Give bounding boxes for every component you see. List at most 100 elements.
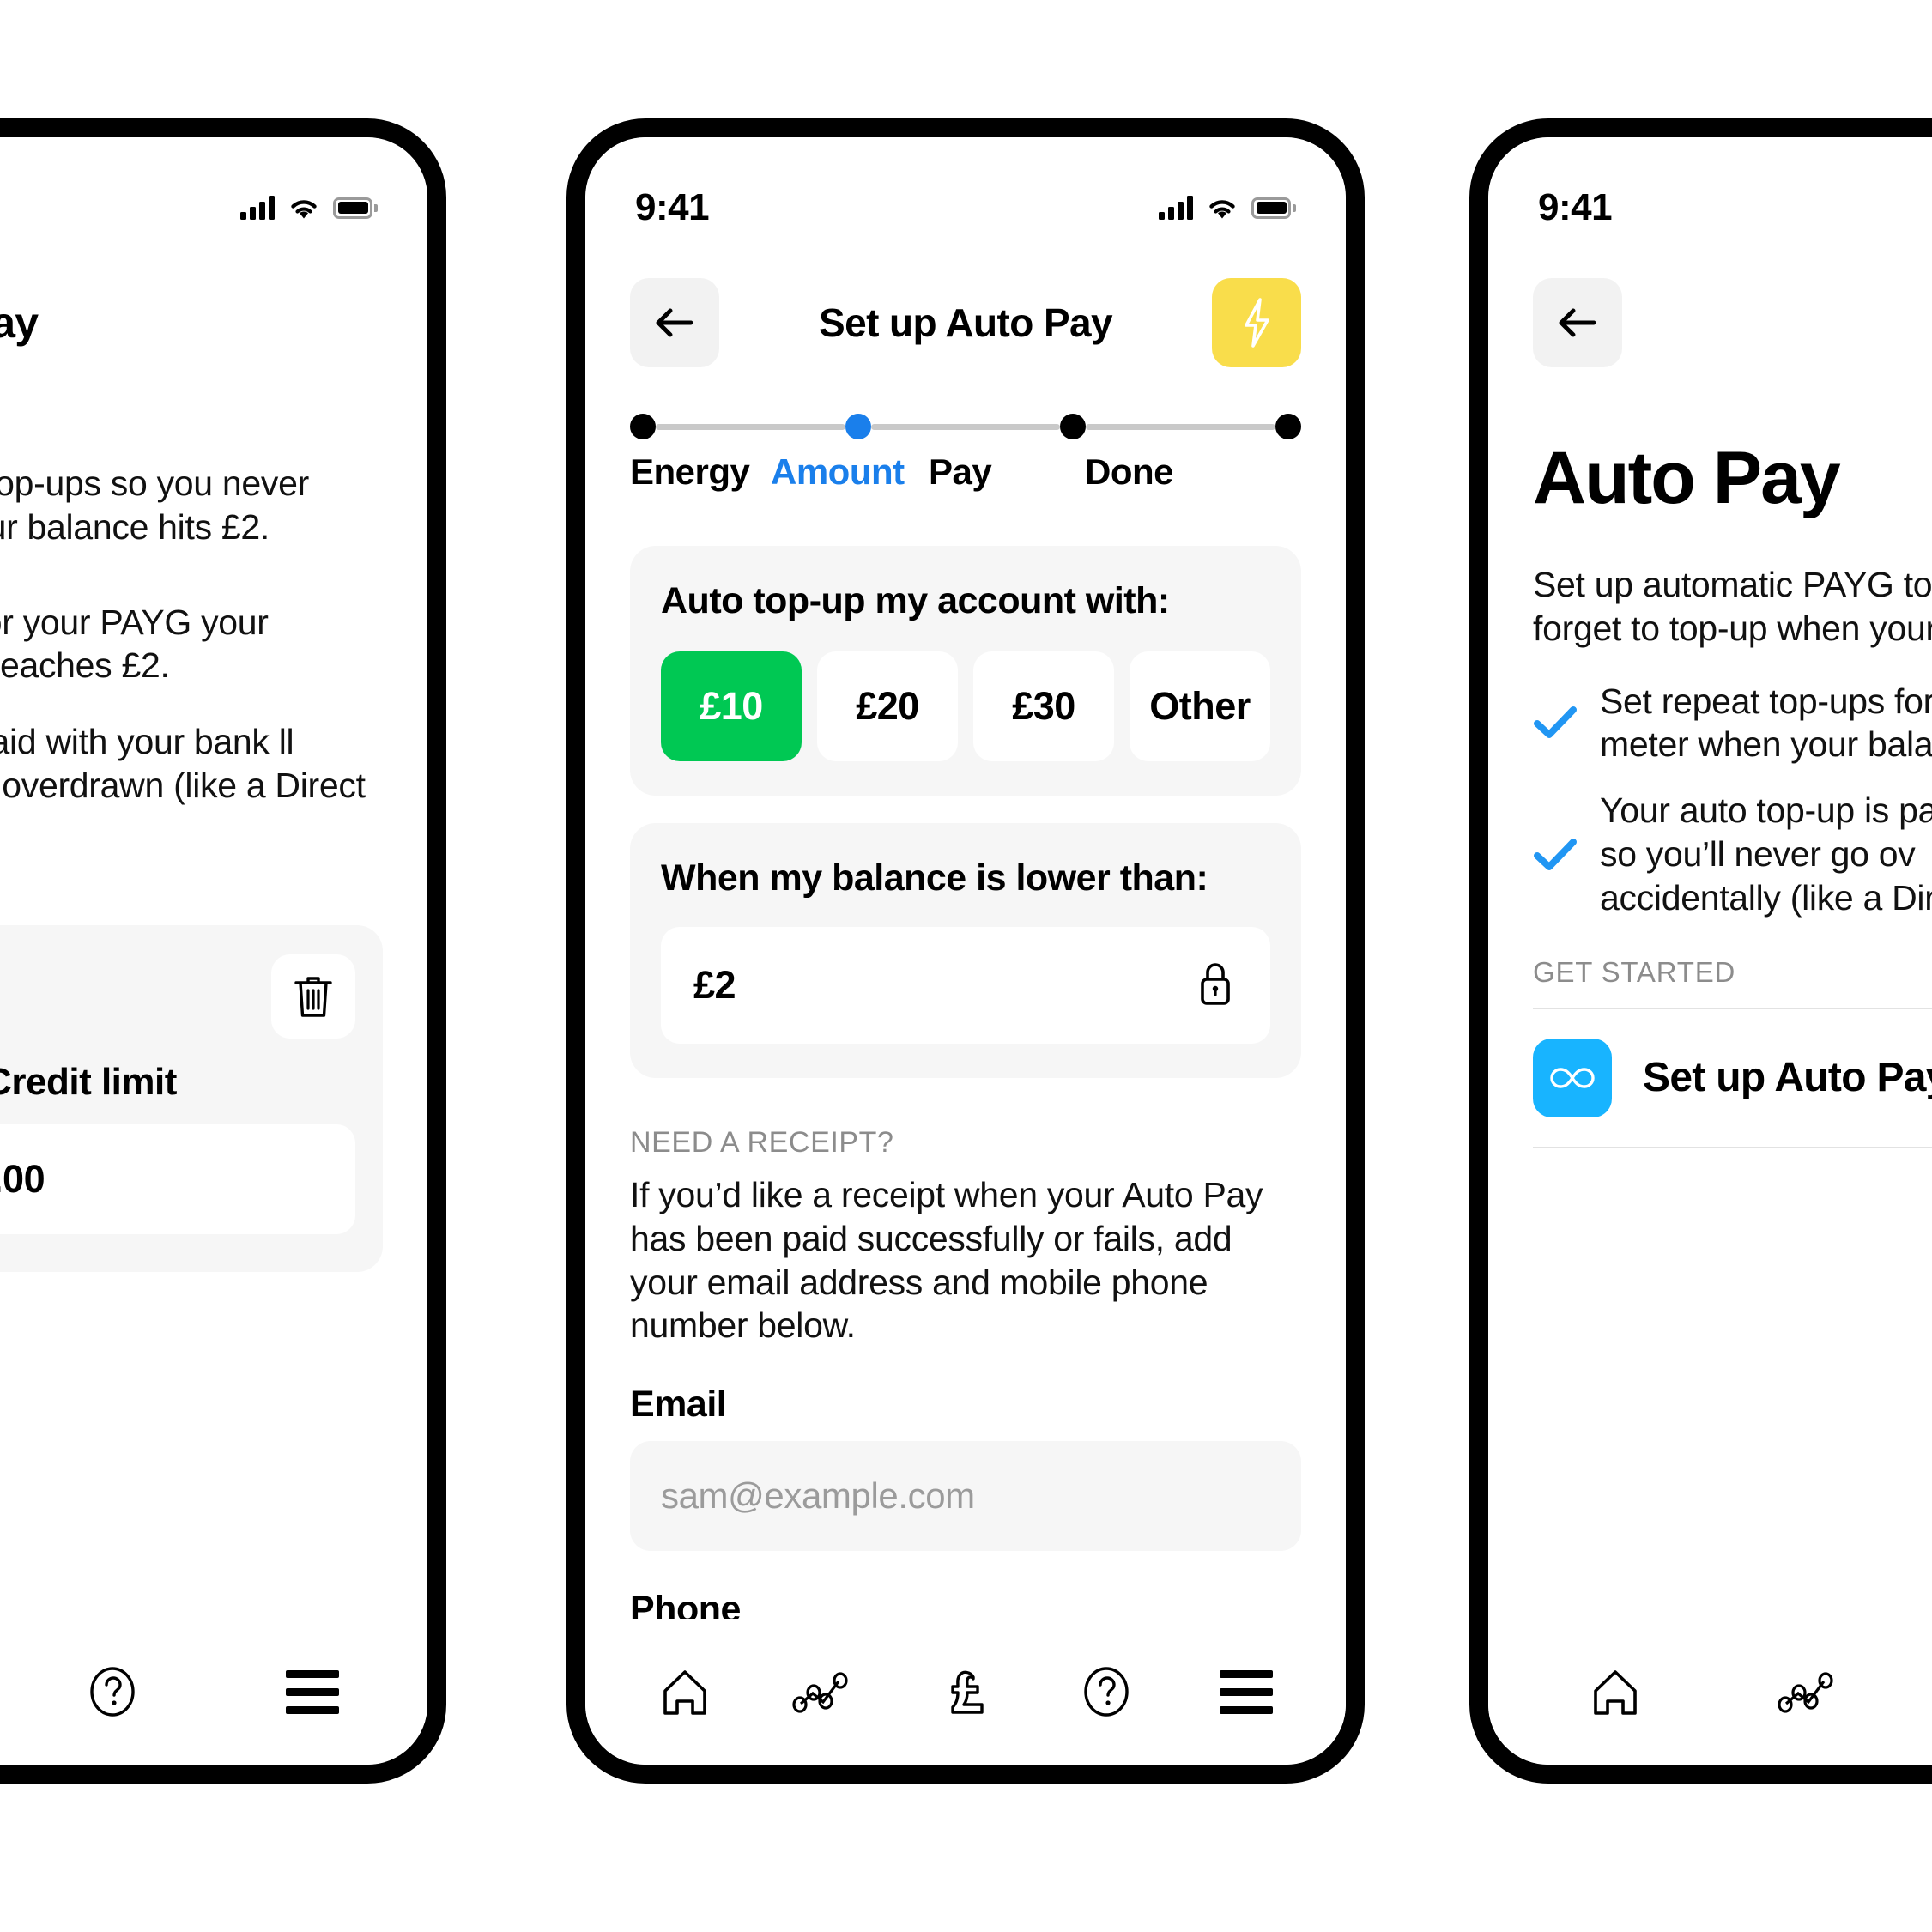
center-screen: 9:41 Set up Auto Pay Energy Amount Pay D… [585,137,1346,1765]
wifi-icon [288,196,319,220]
question-circle-icon [1083,1667,1129,1717]
step-dot-amount[interactable] [845,414,871,439]
step-line-3 [1086,423,1276,430]
left-paragraph-1: c PAYG top-ups so you never when your ba… [0,463,309,547]
amount-option-10[interactable]: £10 [661,651,802,761]
amount-option-20[interactable]: £20 [817,651,958,761]
center-navbar: Set up Auto Pay [585,251,1346,379]
threshold-card-wrap: When my balance is lower than: £2 [585,823,1346,1078]
right-status-bar: 9:41 [1488,137,1932,251]
help-tab[interactable] [1036,1665,1177,1718]
battery-full-icon [333,197,378,219]
status-icons [1159,196,1296,220]
get-started-caption: GET STARTED [1533,955,1736,988]
right-content: Auto Pay Set up automatic PAYG top-u for… [1488,441,1932,989]
left-navbar: Auto Pay [0,251,427,379]
left-bullet-2: p-up is paid with your bank ll never go … [0,722,366,806]
check-icon [1533,705,1578,741]
home-icon [663,1670,706,1715]
benefit-item: Set repeat top-ups for yo meter when you… [1533,680,1932,767]
right-navbar: Auto Pay [1488,251,1932,379]
threshold-value-field[interactable]: £2 [661,927,1270,1044]
signal-bars-icon [1159,196,1193,220]
screenshot-canvas: Auto Pay c PAYG top-ups so you never whe… [0,0,1932,1932]
hamburger-menu-icon [285,1669,339,1714]
arrow-left-icon [1559,308,1596,337]
left-status-bar [0,137,427,251]
check-icon [1533,837,1578,873]
benefit-text: Set repeat top-ups for yo meter when you… [1600,681,1932,765]
benefit-text: Your auto top-up is paid card, so you’ll… [1600,790,1932,918]
signal-bars-icon [240,196,275,220]
phone-right: 9:41 Auto Pay Auto Pay Set up automatic … [1469,118,1932,1784]
step-label-amount: Amount [771,451,905,492]
threshold-card: When my balance is lower than: £2 [630,823,1301,1078]
credit-limit-card: Credit limit £2.00 [0,924,383,1272]
left-screen: Auto Pay c PAYG top-ups so you never whe… [0,137,427,1765]
pound-sterling-icon [951,1670,984,1714]
amount-card-wrap: Auto top-up my account with: £10 £20 £30… [585,546,1346,796]
status-time: 9:41 [1538,186,1613,228]
phone-left: Auto Pay c PAYG top-ups so you never whe… [0,118,446,1784]
right-intro: Set up automatic PAYG top-u forget to to… [1533,565,1932,648]
home-tab[interactable] [1517,1665,1712,1718]
center-status-bar: 9:41 [585,137,1346,251]
left-content: c PAYG top-ups so you never when your ba… [0,462,427,851]
setup-auto-pay-label: Set up Auto Pay [1643,1055,1932,1101]
lightning-bolt-icon [1245,298,1269,348]
credit-limit-value[interactable]: £2.00 [0,1123,355,1234]
home-icon [1593,1670,1637,1715]
money-tab[interactable] [0,1663,13,1720]
back-button[interactable] [1533,278,1622,367]
hamburger-menu-icon [1220,1669,1274,1714]
amount-option-other[interactable]: Other [1130,651,1270,761]
trash-icon [294,977,332,1017]
step-dot-done[interactable] [1275,414,1302,439]
email-field[interactable]: sam@example.com [630,1441,1301,1552]
line-chart-icon [1778,1672,1833,1713]
receipt-caption: NEED A RECEIPT? [630,1126,894,1159]
left-page-title: Auto Pay [0,299,39,347]
left-card-wrap: Credit limit £2.00 [0,924,427,1272]
status-time: 9:41 [635,186,710,228]
wifi-icon [1207,196,1238,220]
step-dot-energy[interactable] [630,414,656,439]
email-placeholder: sam@example.com [661,1475,975,1517]
setup-stepper: Energy Amount Pay Done [585,379,1346,493]
step-label-pay: Pay [929,451,992,492]
left-tabbar [0,1619,427,1765]
battery-full-icon [1251,197,1296,219]
money-tab[interactable] [895,1663,1036,1720]
delete-button[interactable] [271,954,355,1039]
money-tab[interactable] [1908,1663,1932,1720]
status-icons [240,196,378,220]
step-line-1 [656,423,845,430]
menu-tab[interactable] [1176,1669,1317,1714]
right-screen: 9:41 Auto Pay Auto Pay Set up automatic … [1488,137,1932,1765]
credit-limit-label: Credit limit [0,1060,177,1103]
amount-option-30[interactable]: £30 [973,651,1114,761]
step-dot-pay[interactable] [1060,414,1087,439]
back-button[interactable] [630,278,719,367]
stepper-labels: Energy Amount Pay Done [630,451,1301,493]
help-tab[interactable] [13,1665,213,1718]
amount-options: £10 £20 £30 Other [661,651,1270,761]
amount-card-title: Auto top-up my account with: [661,580,1170,621]
energy-action-button[interactable] [1212,278,1301,367]
benefit-item: Your auto top-up is paid card, so you’ll… [1533,789,1932,919]
right-tabbar [1488,1619,1932,1765]
home-tab[interactable] [615,1665,755,1718]
phone-center: 9:41 Set up Auto Pay Energy Amount Pay D… [566,118,1365,1784]
stepper-track [630,414,1302,439]
benefits-list: Set repeat top-ups for yo meter when you… [1533,680,1932,920]
infinity-icon [1550,1068,1595,1088]
question-circle-icon [90,1667,135,1717]
threshold-card-title: When my balance is lower than: [661,857,1208,899]
menu-tab[interactable] [212,1669,412,1714]
threshold-value: £2 [693,963,736,1007]
step-line-2 [870,423,1061,430]
usage-tab[interactable] [755,1668,896,1716]
right-heading: Auto Pay [1533,437,1841,519]
setup-auto-pay-row[interactable]: Set up Auto Pay [1533,1007,1932,1148]
usage-tab[interactable] [1712,1668,1907,1716]
